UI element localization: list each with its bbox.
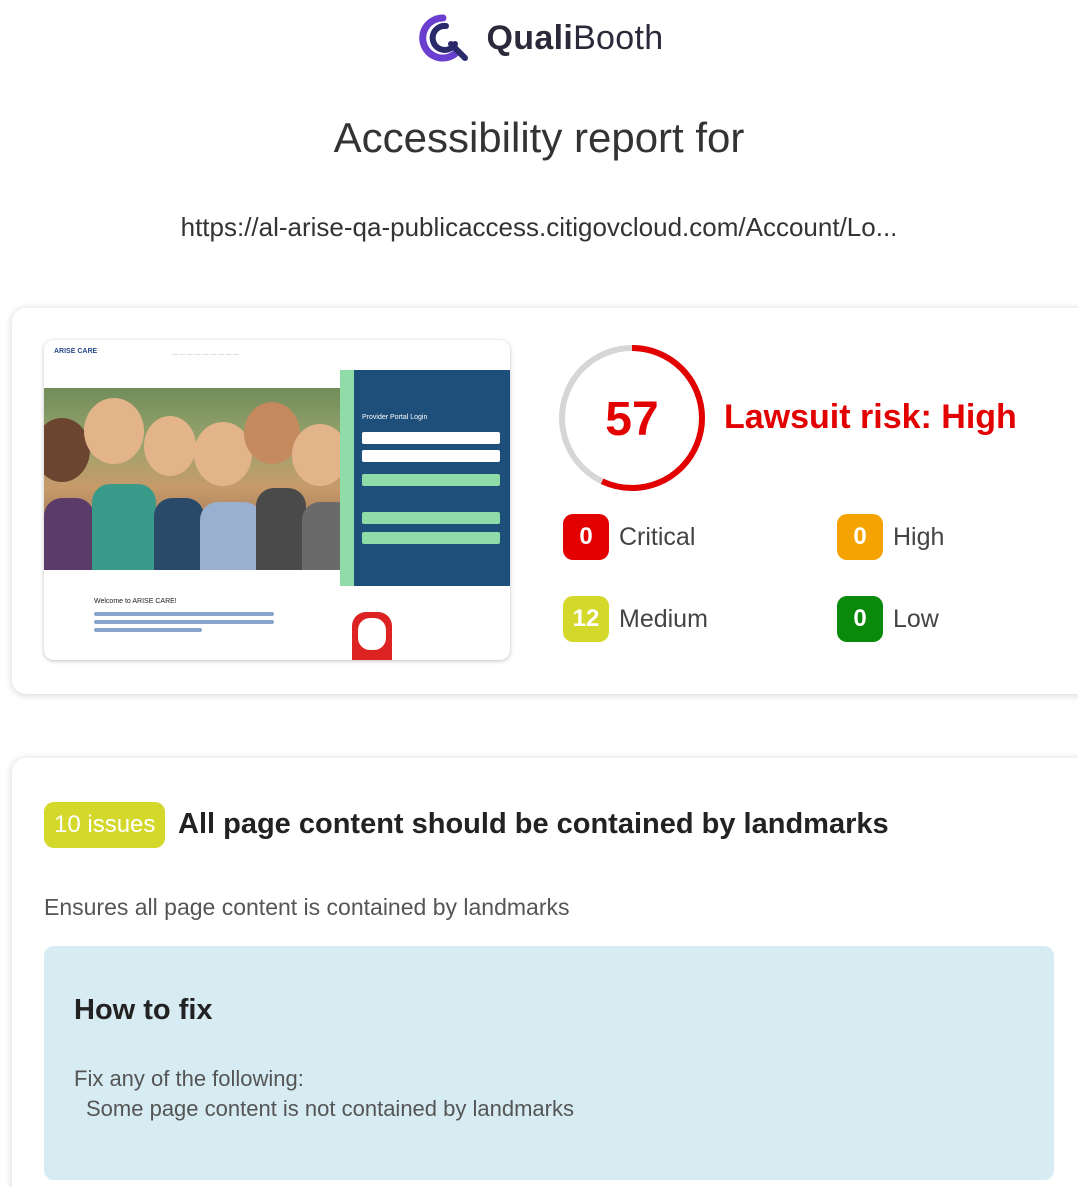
- how-to-fix-panel: How to fix Fix any of the following: Som…: [44, 946, 1054, 1180]
- thumbnail-username-field: [362, 432, 500, 444]
- summary-card: ARISE CARE — — — — — — — — — Provider Po…: [12, 308, 1078, 694]
- high-count-badge: 0: [837, 514, 883, 560]
- thumbnail-password-field: [362, 450, 500, 462]
- severity-high[interactable]: 0 High: [837, 514, 944, 560]
- thumbnail-red-badge: [352, 612, 392, 660]
- brand-name-bold: Quali: [486, 18, 574, 57]
- issue-description: Ensures all page content is contained by…: [44, 894, 570, 920]
- severity-medium[interactable]: 12 Medium: [563, 596, 708, 642]
- fix-instruction: Fix any of the following:: [74, 1066, 304, 1091]
- brand-name-light: Booth: [573, 18, 664, 57]
- page-screenshot-thumbnail: ARISE CARE — — — — — — — — — Provider Po…: [44, 340, 510, 660]
- severity-low[interactable]: 0 Low: [837, 596, 939, 642]
- thumbnail-tagline-bar: — — — — — — — — —: [172, 352, 240, 358]
- critical-label: Critical: [619, 522, 696, 551]
- issue-card: 10 issues All page content should be con…: [12, 758, 1078, 1187]
- thumbnail-text-lines: [94, 612, 274, 636]
- issue-title: All page content should be contained by …: [178, 808, 889, 840]
- low-label: Low: [893, 604, 939, 633]
- thumbnail-login-title: Provider Portal Login: [362, 414, 428, 421]
- thumbnail-register-code-button: [362, 532, 500, 544]
- high-label: High: [893, 522, 945, 551]
- brand-header: QualiBooth: [0, 12, 1078, 64]
- thumbnail-logo: ARISE CARE: [54, 348, 98, 355]
- severity-critical[interactable]: 0 Critical: [563, 514, 695, 560]
- how-to-fix-title: How to fix: [74, 994, 213, 1026]
- thumbnail-login-panel: Provider Portal Login: [354, 370, 510, 586]
- thumbnail-photo: [44, 388, 354, 570]
- critical-count-badge: 0: [563, 514, 609, 560]
- report-title: Accessibility report for: [333, 114, 745, 161]
- medium-count-badge: 12: [563, 596, 609, 642]
- qualibooth-logo-icon: [418, 14, 468, 62]
- score-value: 57: [605, 393, 659, 446]
- medium-label: Medium: [619, 604, 708, 633]
- fix-detail: Some page content is not contained by la…: [86, 1096, 574, 1121]
- brand-name: QualiBooth: [487, 19, 664, 58]
- thumbnail-login-button: [362, 474, 500, 486]
- report-url[interactable]: https://al-arise-qa-publicaccess.citigov…: [0, 212, 1078, 243]
- lawsuit-risk-label: Lawsuit risk: High: [724, 398, 1017, 436]
- thumbnail-welcome: Welcome to ARISE CARE!: [94, 598, 177, 605]
- issue-count-badge: 10 issues: [44, 802, 166, 848]
- thumbnail-register-button: [362, 512, 500, 524]
- low-count-badge: 0: [837, 596, 883, 642]
